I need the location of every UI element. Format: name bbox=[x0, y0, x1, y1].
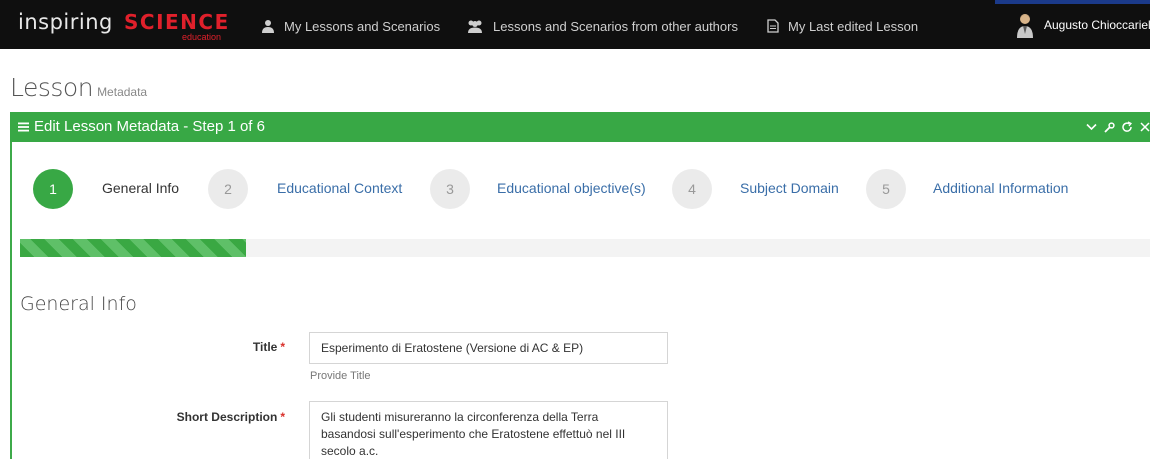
short-description-textarea[interactable]: Gli studenti misureranno la circonferenz… bbox=[309, 401, 668, 459]
close-icon[interactable] bbox=[1138, 120, 1150, 134]
avatar bbox=[1016, 12, 1034, 38]
user-menu[interactable]: Augusto Chioccariello bbox=[1016, 11, 1150, 39]
short-description-label-text: Short Description bbox=[176, 410, 278, 424]
widget-header: Edit Lesson Metadata - Step 1 of 6 bbox=[10, 112, 1150, 142]
step-2-label[interactable]: Educational Context bbox=[277, 180, 402, 196]
title-input[interactable]: Esperimento di Eratostene (Versione di A… bbox=[309, 332, 668, 364]
nav-last-edited-label: My Last edited Lesson bbox=[788, 18, 919, 34]
page-title-main: Lesson bbox=[10, 73, 94, 102]
widget-title: Edit Lesson Metadata - Step 1 of 6 bbox=[18, 118, 265, 135]
nav-my-lessons[interactable]: My Lessons and Scenarios bbox=[261, 17, 440, 35]
page-title: Lesson Metadata bbox=[10, 73, 147, 102]
brand-main-text: inspiring bbox=[18, 10, 113, 34]
step-4-label[interactable]: Subject Domain bbox=[740, 180, 839, 196]
refresh-icon[interactable] bbox=[1120, 120, 1134, 134]
users-icon bbox=[468, 20, 482, 33]
brand-accent-text: SCIENCE bbox=[124, 10, 230, 34]
title-label: Title * bbox=[150, 340, 285, 354]
wrench-icon[interactable] bbox=[1102, 120, 1116, 134]
section-title: General Info bbox=[20, 293, 137, 315]
chevron-down-icon[interactable] bbox=[1084, 120, 1098, 134]
top-accent-strip bbox=[995, 0, 1150, 4]
menu-bars-icon bbox=[18, 122, 29, 131]
step-4-circle[interactable]: 4 bbox=[672, 169, 712, 209]
step-5-circle[interactable]: 5 bbox=[866, 169, 906, 209]
title-help-text: Provide Title bbox=[310, 370, 371, 382]
step-3-label[interactable]: Educational objective(s) bbox=[497, 180, 646, 196]
document-icon bbox=[767, 19, 779, 33]
nav-my-lessons-label: My Lessons and Scenarios bbox=[284, 18, 441, 34]
short-description-label: Short Description * bbox=[120, 410, 285, 424]
required-marker: * bbox=[280, 410, 285, 424]
nav-other-authors-label: Lessons and Scenarios from other authors bbox=[493, 18, 738, 34]
title-label-text: Title bbox=[252, 340, 278, 354]
user-icon bbox=[262, 20, 274, 33]
brand-sub-text: education bbox=[182, 32, 222, 42]
step-1-circle[interactable]: 1 bbox=[33, 169, 73, 209]
step-5-label[interactable]: Additional Information bbox=[933, 180, 1068, 196]
nav-last-edited[interactable]: My Last edited Lesson bbox=[767, 17, 918, 35]
required-marker: * bbox=[280, 340, 285, 354]
nav-other-authors[interactable]: Lessons and Scenarios from other authors bbox=[466, 17, 738, 35]
top-navbar: inspiring SCIENCE education My Lessons a… bbox=[0, 0, 1150, 49]
user-name: Augusto Chioccariello bbox=[1044, 18, 1150, 32]
step-2-circle[interactable]: 2 bbox=[208, 169, 248, 209]
widget-title-text: Edit Lesson Metadata - Step 1 of 6 bbox=[34, 118, 265, 135]
step-3-circle[interactable]: 3 bbox=[430, 169, 470, 209]
step-1-label[interactable]: General Info bbox=[102, 180, 179, 196]
wizard-progress-bar bbox=[20, 239, 1150, 257]
progress-fill bbox=[20, 239, 246, 257]
page-title-sub: Metadata bbox=[97, 85, 148, 99]
widget-toolbar bbox=[1084, 120, 1150, 134]
